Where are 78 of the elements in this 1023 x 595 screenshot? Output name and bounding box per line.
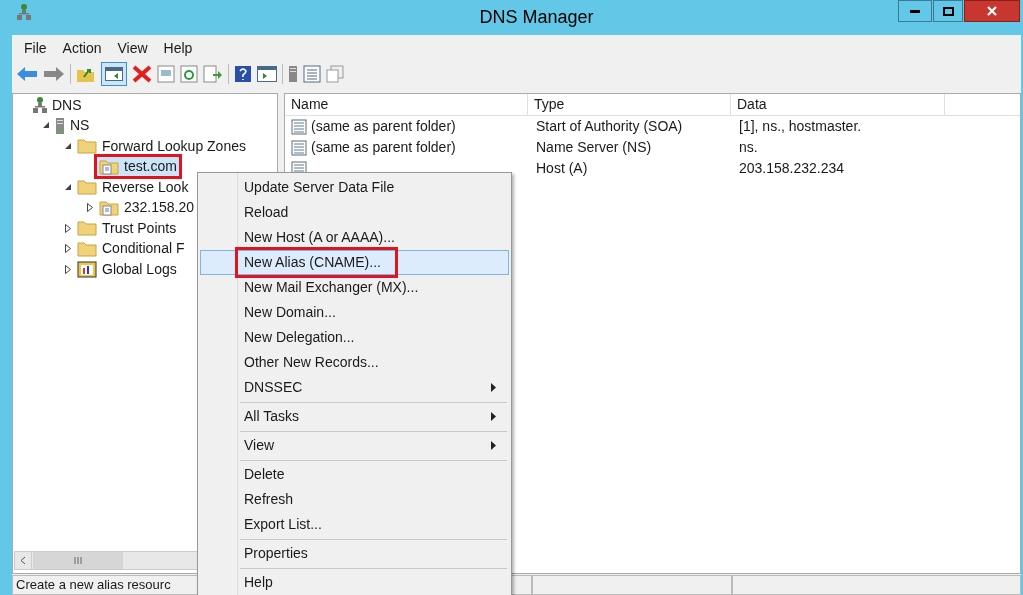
zone-folder-icon <box>99 158 119 175</box>
context-menu-item[interactable]: Export List... <box>200 512 509 537</box>
context-menu-item[interactable]: All Tasks <box>200 404 509 429</box>
tree-item[interactable]: NS <box>53 116 92 136</box>
context-menu-item[interactable]: View <box>200 433 509 458</box>
record-icon <box>291 139 307 156</box>
table-cell-text: Start of Authority (SOA) <box>536 117 683 136</box>
table-cell-text: (same as parent folder) <box>311 117 456 136</box>
tree-item[interactable]: Trust Points <box>75 218 179 238</box>
context-menu-item[interactable]: DNSSEC <box>200 375 509 400</box>
tree-item[interactable]: DNS <box>31 95 84 115</box>
server-icon <box>55 116 65 135</box>
export-icon[interactable] <box>203 65 223 83</box>
tree-item[interactable]: Global Logs <box>75 259 179 279</box>
context-menu-item[interactable]: Reload <box>200 200 509 225</box>
tree-toggle-button[interactable] <box>101 62 127 86</box>
column-header[interactable]: Type <box>528 94 731 115</box>
maximize-button[interactable] <box>933 0 963 22</box>
close-icon <box>987 6 997 16</box>
minimize-icon <box>910 9 920 13</box>
menu-item[interactable]: Action <box>56 37 108 59</box>
delete-icon[interactable] <box>132 65 152 83</box>
context-menu-item[interactable]: Help <box>200 570 509 595</box>
collapsed-arrow-icon[interactable] <box>65 264 71 274</box>
table-cell-text: Host (A) <box>536 159 588 178</box>
back-arrow-icon[interactable] <box>16 66 38 82</box>
expanded-arrow-icon[interactable] <box>42 122 50 130</box>
tree-item[interactable]: Forward Lookup Zones <box>75 136 248 156</box>
status-text: Create a new alias resourc <box>16 576 171 595</box>
expanded-arrow-icon[interactable] <box>64 183 72 191</box>
scroll-left-icon[interactable] <box>20 556 26 565</box>
refresh-icon[interactable] <box>180 65 198 83</box>
table-cell-text: [1], ns., hostmaster. <box>739 117 862 136</box>
table-cell-text: 203.158.232.234 <box>739 159 845 178</box>
collapsed-arrow-icon[interactable] <box>87 203 93 213</box>
help-icon[interactable] <box>234 65 252 83</box>
context-menu-item[interactable]: Refresh <box>200 487 509 512</box>
tree-item[interactable]: Reverse Look <box>75 177 191 197</box>
column-header[interactable]: Data <box>731 94 945 115</box>
folder-icon <box>77 240 97 257</box>
table-cell-text: (same as parent folder) <box>311 138 456 157</box>
zone-folder-icon <box>99 199 119 216</box>
tree-item[interactable]: 232.158.20 <box>97 198 197 218</box>
menu-item[interactable]: Help <box>157 37 199 59</box>
collapsed-arrow-icon[interactable] <box>65 223 71 233</box>
tree-item[interactable]: test.com <box>97 157 179 177</box>
folder-icon <box>77 179 97 196</box>
folder-icon <box>77 220 97 237</box>
server-icon[interactable] <box>288 65 298 83</box>
menu-item[interactable]: View <box>111 37 154 59</box>
forward-arrow-icon[interactable] <box>43 66 65 82</box>
context-menu-item[interactable]: Update Server Data File <box>200 175 509 200</box>
expanded-arrow-icon[interactable] <box>64 142 72 150</box>
menu-item[interactable]: File <box>18 37 53 59</box>
context-menu-item[interactable]: Properties <box>200 541 509 566</box>
context-menu-item[interactable]: Delete <box>200 462 509 487</box>
table-cell-text: ns. <box>739 138 758 157</box>
context-menu-item[interactable]: New Delegation... <box>200 325 509 350</box>
network-icon <box>33 97 47 114</box>
grip-icon <box>74 557 82 564</box>
context-menu-item[interactable]: New Domain... <box>200 300 509 325</box>
log-book-icon <box>77 260 97 278</box>
record-icon <box>291 118 307 135</box>
context-menu-item[interactable]: Other New Records... <box>200 350 509 375</box>
tree-item[interactable]: Conditional F <box>75 239 187 259</box>
close-button[interactable] <box>964 0 1020 22</box>
window-title: DNS Manager <box>479 7 594 27</box>
context-menu-item[interactable]: New Mail Exchanger (MX)... <box>200 275 509 300</box>
column-header[interactable]: Name <box>285 94 528 115</box>
context-menu-item[interactable]: New Alias (CNAME)... <box>200 250 509 275</box>
action-pane-icon[interactable] <box>257 66 277 82</box>
minimize-button[interactable] <box>898 0 932 22</box>
maximize-icon <box>942 6 954 16</box>
table-cell-text: Name Server (NS) <box>536 138 652 157</box>
collapsed-arrow-icon[interactable] <box>65 244 71 254</box>
network-icon <box>17 4 31 20</box>
context-menu-item[interactable]: New Host (A or AAAA)... <box>200 225 509 250</box>
folder-icon <box>77 138 97 155</box>
